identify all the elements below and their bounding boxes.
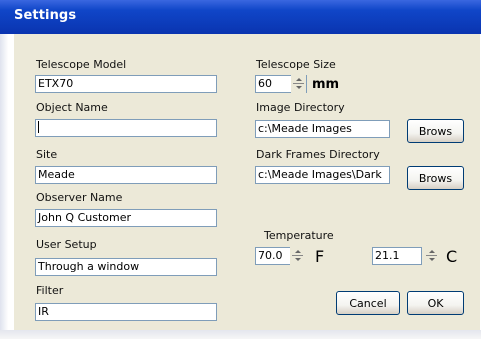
spin-up-icon[interactable]: [292, 248, 303, 255]
spin-up-icon[interactable]: [293, 76, 304, 83]
image-directory-browse-button[interactable]: Brows: [407, 119, 464, 143]
title-bar[interactable]: Settings: [0, 0, 481, 34]
user-setup-label: User Setup: [36, 238, 97, 251]
dark-frames-directory-label: Dark Frames Directory: [256, 148, 380, 161]
site-field[interactable]: Meade: [35, 166, 217, 184]
spin-down-icon[interactable]: [426, 256, 437, 263]
ok-button[interactable]: OK: [407, 291, 464, 315]
window-border: [0, 34, 14, 339]
cancel-button[interactable]: Cancel: [336, 291, 400, 315]
observer-name-label: Observer Name: [36, 191, 123, 204]
telescope-model-label: Telescope Model: [36, 58, 127, 71]
telescope-model-field[interactable]: ETX70: [35, 75, 217, 93]
image-directory-field[interactable]: c:\Meade Images: [255, 120, 390, 138]
site-label: Site: [36, 148, 58, 161]
temperature-label: Temperature: [264, 229, 334, 242]
temperature-c-field[interactable]: 21.1: [372, 247, 422, 265]
telescope-size-spinner[interactable]: [291, 75, 306, 93]
temperature-c-spinner[interactable]: [424, 247, 439, 265]
celsius-unit: C: [446, 247, 458, 266]
settings-window: Settings Telescope Model ETX70 Object Na…: [0, 0, 481, 339]
dark-frames-directory-field[interactable]: c:\Meade Images\Dark: [255, 166, 390, 184]
user-setup-field[interactable]: Through a window: [35, 258, 217, 276]
spin-down-icon[interactable]: [292, 256, 303, 263]
image-directory-label: Image Directory: [256, 101, 345, 114]
dark-frames-browse-button[interactable]: Brows: [407, 166, 464, 190]
spin-up-icon[interactable]: [426, 248, 437, 255]
window-title: Settings: [14, 8, 77, 23]
telescope-size-label: Telescope Size: [256, 58, 336, 71]
text-cursor: [38, 121, 39, 133]
observer-name-field[interactable]: John Q Customer: [35, 209, 217, 227]
filter-field[interactable]: IR: [35, 303, 217, 321]
telescope-size-unit: mm: [312, 77, 340, 92]
temperature-f-spinner[interactable]: [290, 247, 305, 265]
fahrenheit-unit: F: [315, 247, 325, 266]
window-bottom-border: [0, 330, 481, 339]
spin-down-icon[interactable]: [293, 84, 304, 91]
filter-label: Filter: [36, 284, 64, 297]
object-name-label: Object Name: [36, 101, 108, 114]
object-name-field[interactable]: [35, 119, 217, 137]
